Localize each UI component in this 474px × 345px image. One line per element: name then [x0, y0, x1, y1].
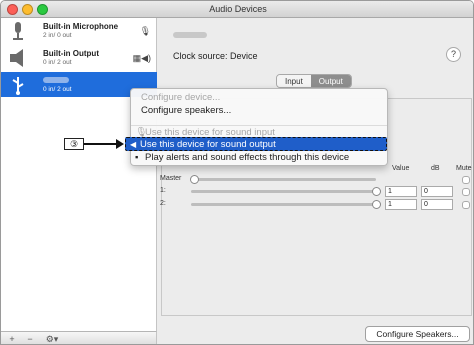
configure-speakers-button[interactable]: Configure Speakers... [365, 326, 470, 342]
device-list: Built-in Microphone 2 in/ 0 out 🎙 Built-… [1, 18, 157, 331]
output-volume-icon: ▦◀) [132, 53, 151, 63]
channel-label: Master [160, 175, 182, 182]
callout-arrow [84, 143, 118, 145]
menu-separator [131, 125, 387, 126]
add-device-button[interactable]: + [5, 333, 19, 344]
device-name: Built-in Microphone [43, 22, 119, 31]
menu-item-use-for-output[interactable]: ◀ Use this device for sound output [125, 137, 387, 151]
menu-item-label: Use this device for sound output [140, 139, 276, 150]
io-tabs: Input Output [276, 74, 352, 88]
channel-1-mute-checkbox[interactable] [462, 188, 470, 196]
channel-1-value[interactable]: 1 [385, 186, 417, 197]
menu-item-play-alerts[interactable]: Play alerts and sound effects through th… [145, 152, 349, 163]
audio-devices-window: Audio Devices Built-in Microphone 2 in/ … [0, 0, 474, 345]
device-context-menu: Configure device... Configure speakers..… [130, 88, 388, 166]
window-title: Audio Devices [209, 4, 267, 14]
device-item-microphone[interactable]: Built-in Microphone 2 in/ 0 out 🎙 [1, 18, 157, 43]
column-mute: Mute [456, 165, 472, 172]
column-db: dB [431, 165, 440, 172]
tab-output[interactable]: Output [310, 75, 351, 87]
device-item-output[interactable]: Built-in Output 0 in/ 2 out ▦◀) [1, 45, 157, 70]
channel-2-slider-track[interactable] [191, 203, 376, 206]
channel-2-db[interactable]: 0 [421, 199, 453, 210]
callout-arrow-head [116, 139, 124, 149]
channel-2-mute-checkbox[interactable] [462, 201, 470, 209]
speaker-icon: ◀ [130, 140, 137, 149]
input-mic-icon: 🎙 [139, 26, 151, 36]
device-io: 2 in/ 0 out [43, 32, 72, 39]
sidebar-toolbar: + − ⚙▾ [1, 331, 157, 344]
column-value: Value [392, 165, 410, 172]
speaker-icon: ▪ [135, 152, 139, 163]
speaker-icon [10, 49, 23, 67]
device-name: Built-in Output [43, 49, 99, 58]
master-mute-checkbox[interactable] [462, 176, 470, 184]
microphone-icon [13, 22, 23, 40]
gear-menu-button[interactable]: ⚙▾ [41, 333, 63, 344]
help-button[interactable]: ? [446, 47, 461, 62]
device-io: 0 in/ 2 out [43, 59, 72, 66]
channel-1-db[interactable]: 0 [421, 186, 453, 197]
menu-item-configure-speakers[interactable]: Configure speakers... [141, 105, 231, 116]
master-slider-track[interactable] [191, 178, 376, 181]
channel-2-slider-knob[interactable] [372, 200, 381, 209]
device-title-redacted [173, 32, 207, 38]
usb-icon [12, 77, 24, 95]
master-slider-knob[interactable] [190, 175, 199, 184]
tab-input[interactable]: Input [277, 75, 311, 87]
device-detail-pane: Clock source: Device ? Input Output [158, 18, 473, 344]
channel-1-slider-track[interactable] [191, 190, 376, 193]
clock-source-label: Clock source: Device [173, 51, 258, 61]
step-callout: ③ [64, 138, 84, 150]
device-io: 0 in/ 2 out [43, 86, 72, 93]
channel-label: 1: [160, 187, 166, 194]
device-name-redacted [43, 76, 69, 85]
channel-1-slider-knob[interactable] [372, 187, 381, 196]
channel-label: 2: [160, 200, 166, 207]
title-bar: Audio Devices [1, 1, 473, 18]
menu-item-configure-device[interactable]: Configure device... [141, 92, 220, 103]
remove-device-button[interactable]: − [23, 333, 37, 344]
channel-2-value[interactable]: 1 [385, 199, 417, 210]
